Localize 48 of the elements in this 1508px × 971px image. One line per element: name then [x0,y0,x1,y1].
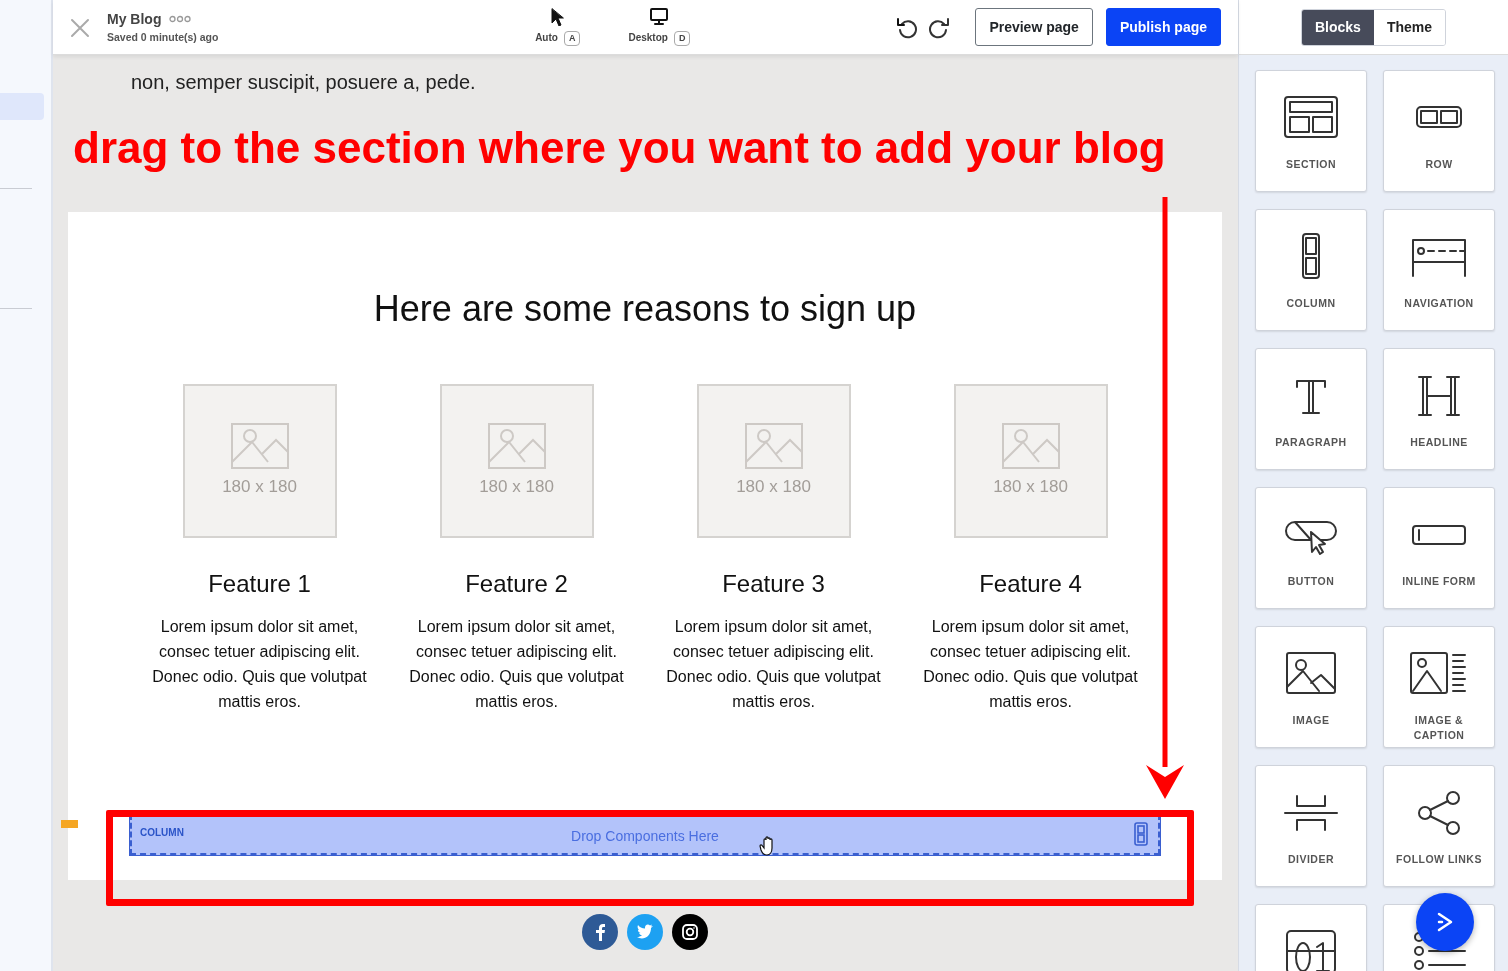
feature-text: Lorem ipsum dolor sit amet, consec tetuer adipiscing elit. Donec odio. Quis que volutpat mattis eros. [409,617,624,712]
block-tile[interactable]: INLINE FORM [1383,487,1495,609]
block-tile[interactable]: HEADLINE [1383,348,1495,470]
block-tile[interactable]: BUTTON [1255,487,1367,609]
social-link[interactable] [582,914,618,950]
feature-title: Feature 1 [207,569,312,599]
feature-text: Lorem ipsum dolor sit amet, consec tetuer adipiscing elit. Donec odio. Quis que volutpat mattis eros. [923,617,1138,712]
publish-button[interactable]: Publish page [1105,8,1221,46]
panel-tab[interactable]: Blocks [1301,9,1374,45]
save-status: Saved 0 minute(s) ago [107,29,219,45]
social-link[interactable] [672,914,708,950]
image-size-label: 180 x 180 [222,476,297,499]
feature-title: Feature 2 [464,569,569,599]
feature-text: Lorem ipsum dolor sit amet, consec tetuer adipiscing elit. Donec odio. Quis que volutpat mattis eros. [666,617,881,712]
picture-icon [229,422,290,471]
more-options-icon[interactable] [169,15,192,24]
page-title: My Blog [107,9,162,29]
picture-icon [486,422,547,471]
block-tile[interactable]: IMAGE & CAPTION [1383,626,1495,748]
block-tile[interactable]: SECTION [1255,70,1367,192]
feature-title: Feature 3 [721,569,826,599]
preview-button[interactable]: Preview page [975,8,1093,46]
monitor-icon [650,7,669,26]
block-tile[interactable]: COLUMN [1255,209,1367,331]
zone-label: COLUMN [140,826,184,840]
annotation-text: drag to the section where you want to add your blog [73,122,1167,174]
section-heading: Here are some reasons to sign up [372,287,918,331]
picture-icon [743,422,804,471]
block-tile[interactable]: ROW [1383,70,1495,192]
drop-hint: Drop Components Here [571,827,719,846]
block-tile[interactable]: DIVIDER [1255,765,1367,887]
device-toggle[interactable]: Desktop D [628,7,691,47]
column-icon [1134,822,1148,846]
edge-marker [61,820,78,828]
image-size-label: 180 x 180 [736,476,811,499]
image-size-label: 180 x 180 [993,476,1068,499]
feature-text: Lorem ipsum dolor sit amet, consec tetuer adipiscing elit. Donec odio. Quis que volutpat mattis eros. [152,617,367,712]
device-toggle[interactable]: Auto A [535,7,581,47]
paragraph-text: non, semper suscipit, posuere a, pede. [131,70,477,95]
next-button[interactable] [1416,893,1474,951]
block-tile[interactable]: PARAGRAPH [1255,348,1367,470]
picture-icon [1000,422,1061,471]
block-tile[interactable]: FOLLOW LINKS [1383,765,1495,887]
block-tile[interactable]: IMAGE [1255,626,1367,748]
block-tile[interactable]: NAVIGATION [1383,209,1495,331]
feature-title: Feature 4 [978,569,1083,599]
camera-icon [679,921,701,943]
image-size-label: 180 x 180 [479,476,554,499]
